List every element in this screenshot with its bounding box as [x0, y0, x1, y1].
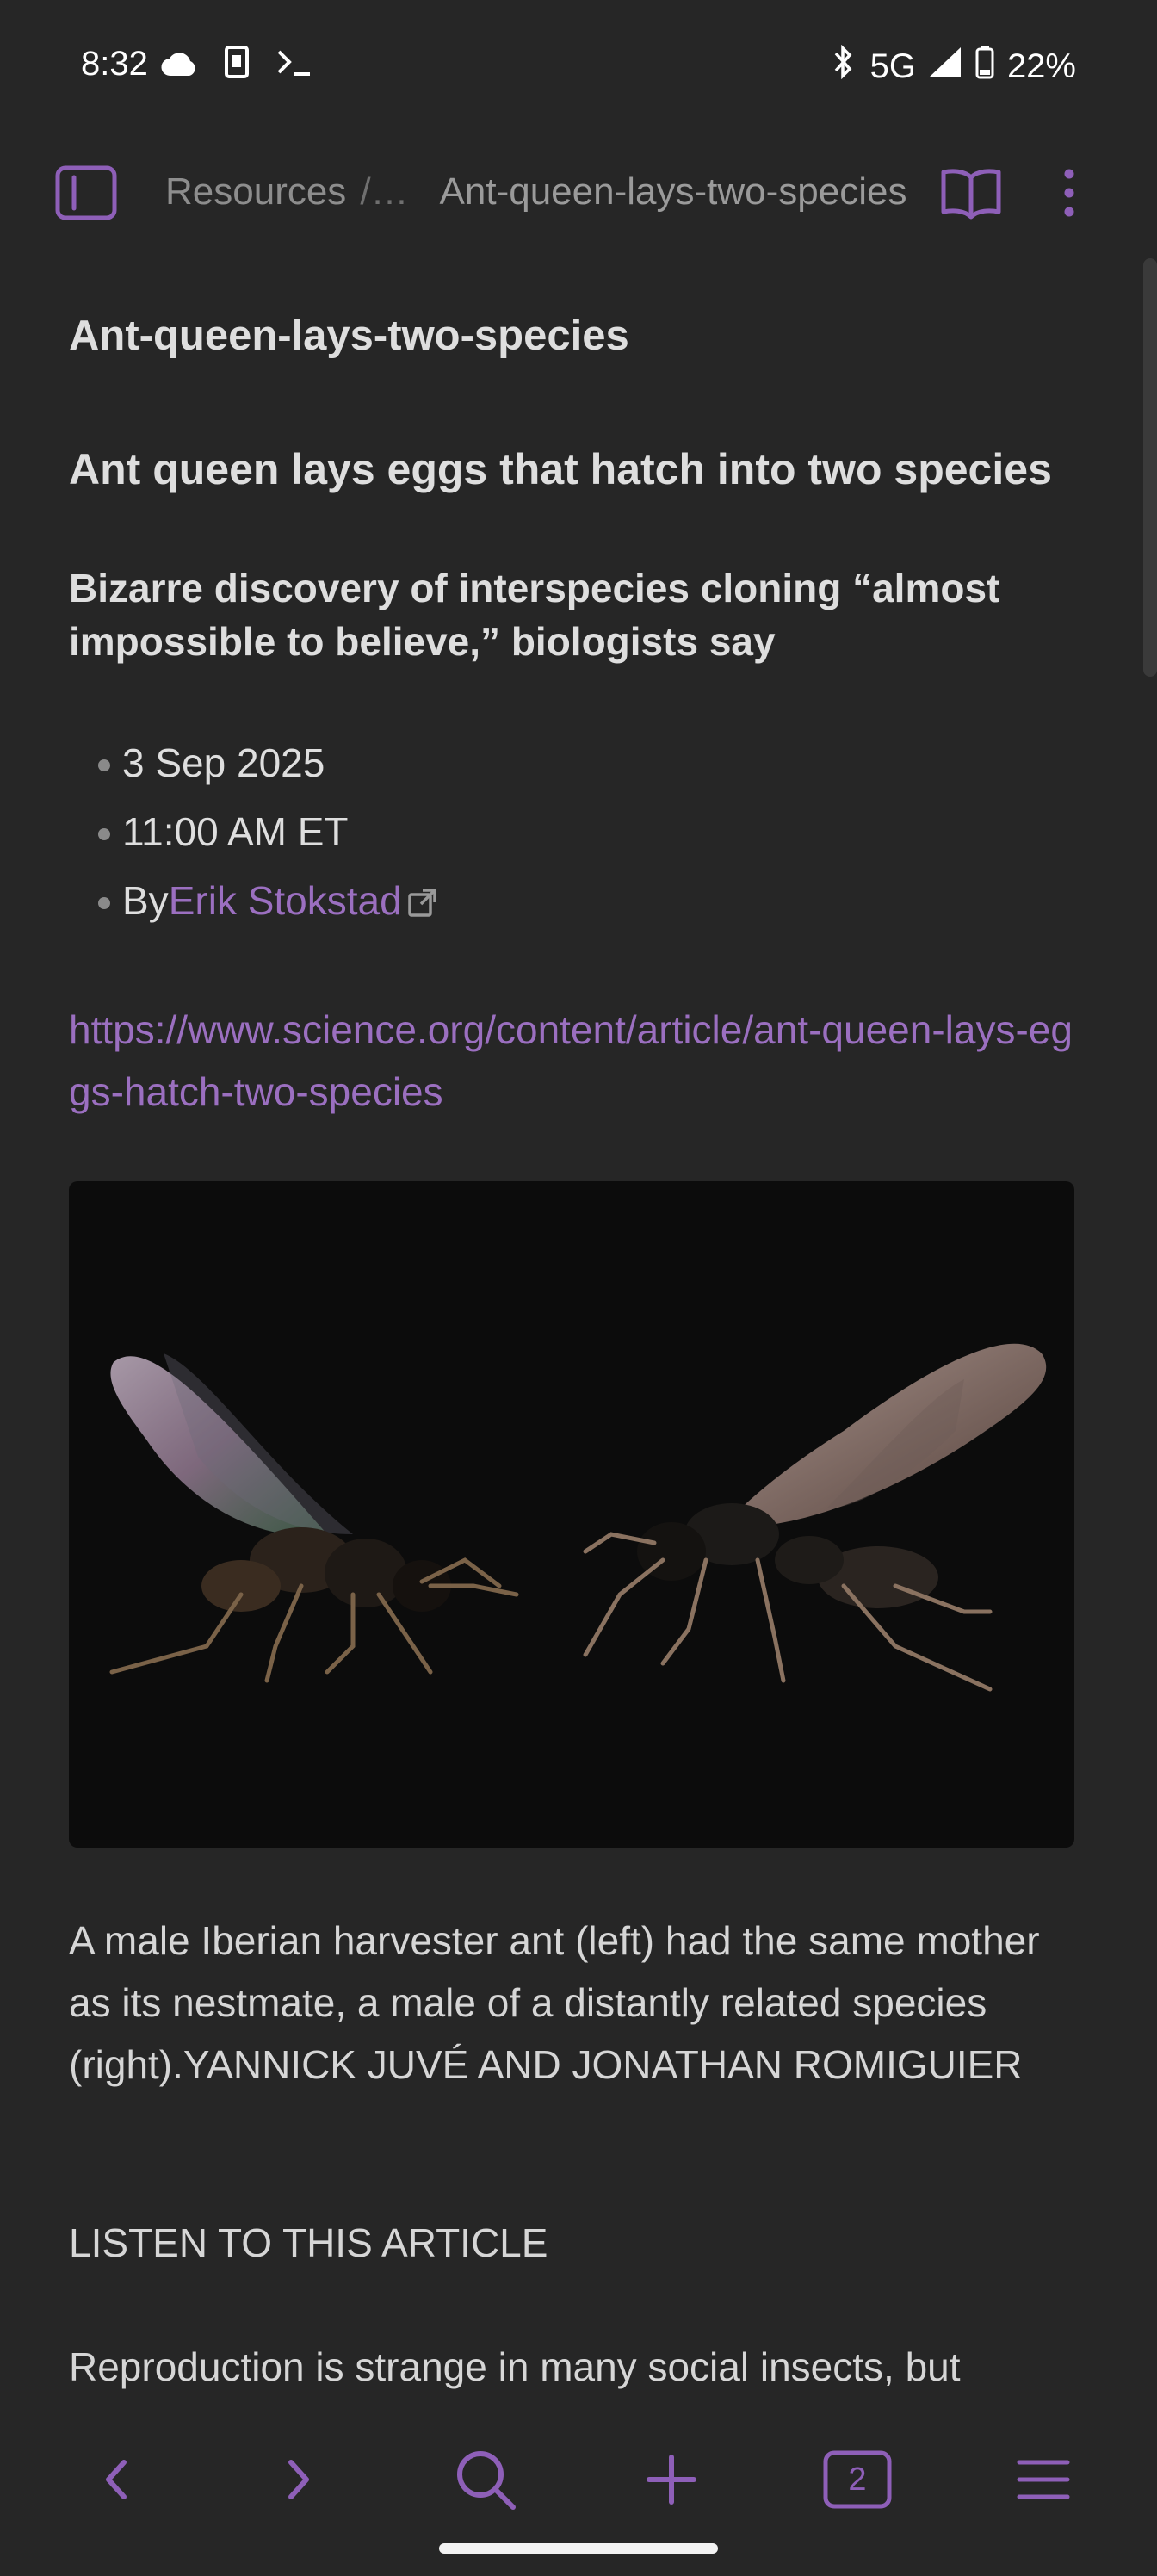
signal-icon [928, 46, 962, 87]
network-type: 5G [869, 46, 916, 85]
search-icon [457, 2451, 516, 2510]
tabs-button[interactable]: 2 [823, 2445, 892, 2514]
status-bar: 8:32 5G 22% [0, 0, 1157, 129]
author-link[interactable]: Erik Stokstad [169, 878, 402, 923]
hamburger-menu-icon [1017, 2460, 1070, 2499]
list-item: 11:00 AM ET [95, 806, 438, 875]
breadcrumb-separator[interactable]: /… [360, 170, 408, 214]
status-system-icons: 5G 22% [829, 44, 1076, 88]
search-button[interactable] [451, 2445, 520, 2514]
reading-view-button[interactable] [940, 165, 1002, 220]
article-paragraph: Reproduction is strange in many social i… [69, 2344, 961, 2389]
chevron-right-icon [288, 2460, 309, 2499]
source-url-link[interactable]: https://www.science.org/content/article/… [69, 999, 1085, 1123]
breadcrumb: Resources /… Ant-queen-lays-two-species [165, 170, 906, 214]
external-link-icon [407, 878, 438, 930]
article-date: 3 Sep 2025 [122, 740, 325, 785]
menu-button[interactable] [1009, 2445, 1078, 2514]
terminal-icon [275, 47, 313, 86]
status-notification-icons [160, 45, 313, 88]
article-subheading: Bizarre discovery of interspecies clonin… [69, 566, 1000, 664]
right-ant-figure [583, 1343, 1047, 1692]
breadcrumb-current[interactable]: Ant-queen-lays-two-species [440, 170, 907, 214]
left-ant-figure [109, 1353, 519, 1683]
plus-icon [647, 2455, 696, 2505]
battery-level: 22% [1006, 46, 1076, 85]
article-heading: Ant queen lays eggs that hatch into two … [69, 445, 1052, 493]
forward-button[interactable] [265, 2445, 334, 2514]
ant-photo [69, 1181, 1074, 1848]
scrollbar[interactable] [1143, 258, 1157, 677]
cloud-icon [160, 47, 198, 86]
book-open-icon [941, 169, 1001, 220]
list-item: ByErik Stokstad [95, 875, 438, 944]
note-toolbar: Resources /… Ant-queen-lays-two-species [0, 146, 1157, 241]
note-title[interactable]: Ant-queen-lays-two-species [69, 312, 629, 360]
article-time: 11:00 AM ET [122, 809, 349, 854]
sim-card-icon [224, 45, 250, 88]
tab-count: 2 [848, 2461, 867, 2498]
new-note-button[interactable] [637, 2445, 706, 2514]
chevron-left-icon [106, 2460, 127, 2499]
article-meta-list: 3 Sep 2025 11:00 AM ET ByErik Stokstad [95, 737, 438, 944]
back-button[interactable] [81, 2445, 150, 2514]
listen-label: LISTEN TO THIS ARTICLE [69, 2220, 548, 2265]
list-item: 3 Sep 2025 [95, 737, 438, 806]
home-indicator[interactable] [439, 2543, 718, 2554]
by-prefix: By [122, 878, 169, 923]
battery-icon [974, 45, 995, 88]
more-vertical-icon [1064, 169, 1074, 217]
app-screen: 8:32 5G 22% Resources /… Ant-queen-lays-… [0, 0, 1157, 2576]
bluetooth-icon [829, 44, 858, 88]
image-caption: A male Iberian harvester ant (left) had … [69, 1918, 1040, 2087]
more-options-button[interactable] [1055, 165, 1083, 220]
status-time: 8:32 [81, 45, 148, 83]
breadcrumb-parent[interactable]: Resources [165, 170, 346, 214]
sidebar-toggle-button[interactable] [55, 165, 117, 220]
sidebar-icon [55, 165, 117, 220]
